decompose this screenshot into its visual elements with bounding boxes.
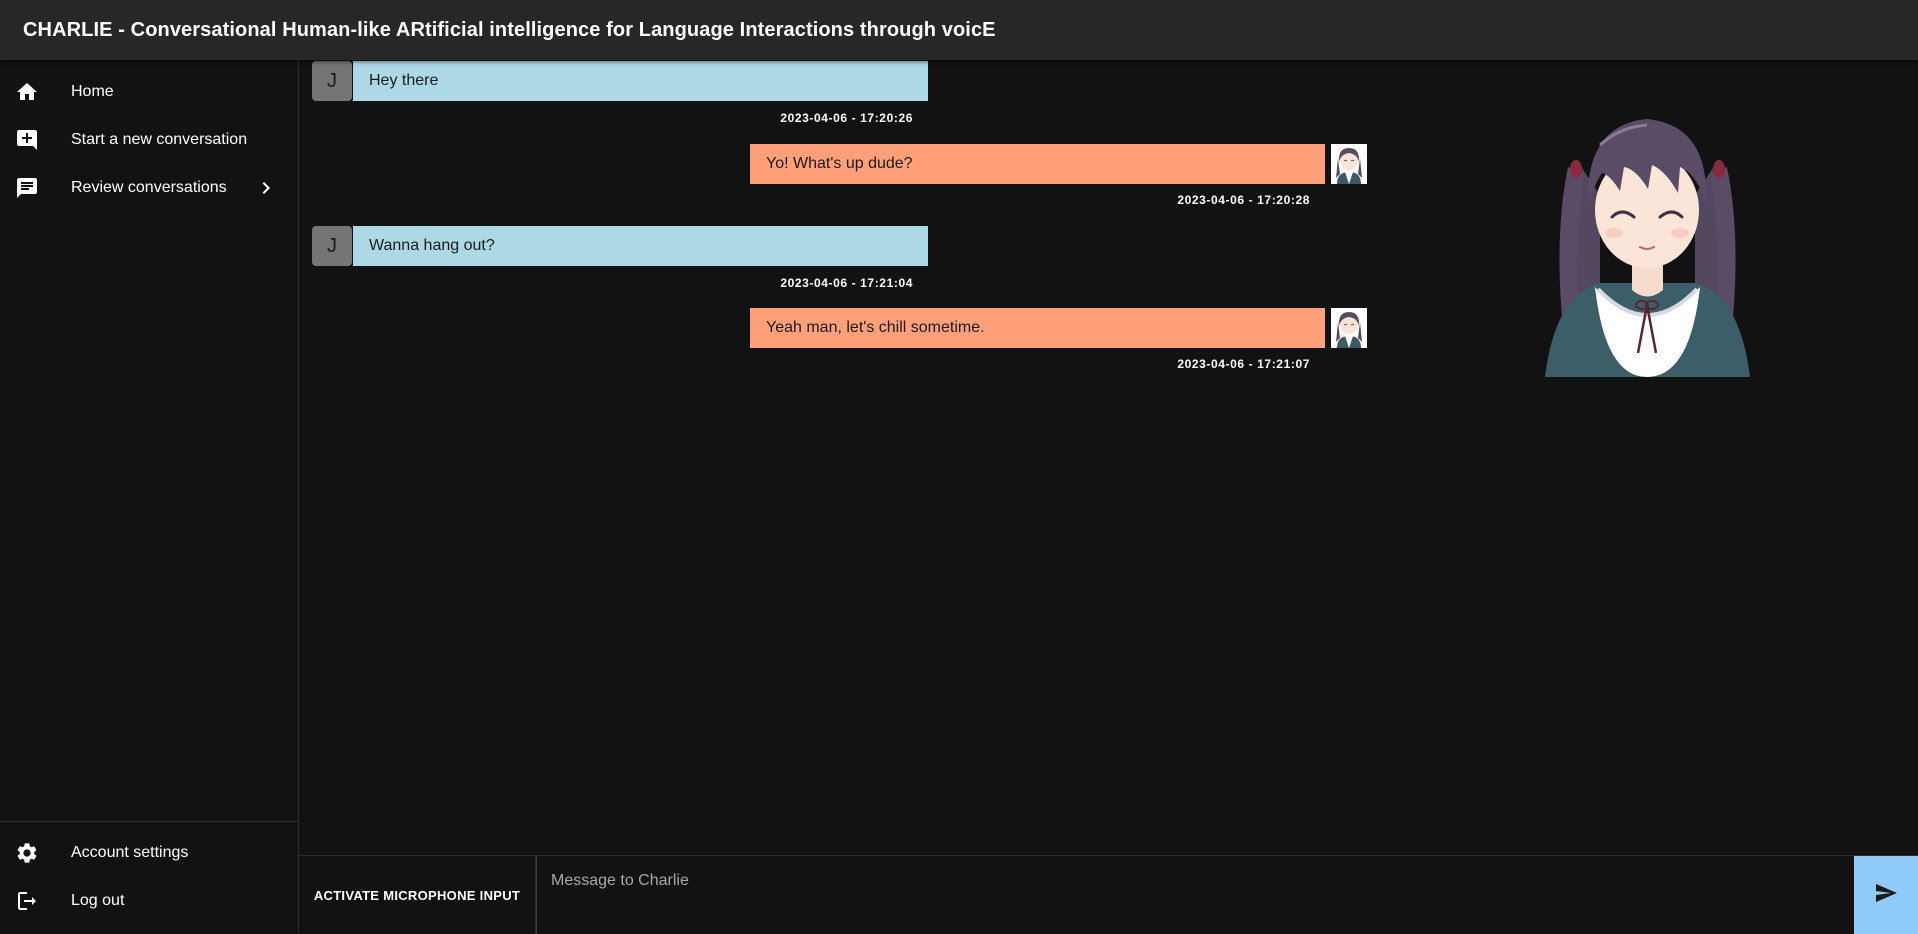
send-button[interactable]	[1854, 856, 1918, 934]
logout-icon	[15, 889, 39, 913]
add-comment-icon	[15, 128, 39, 152]
chevron-right-icon[interactable]	[254, 176, 278, 200]
charlie-avatar	[1331, 144, 1367, 184]
sidebar-item-label: Log out	[71, 892, 125, 909]
sidebar-item-label: Start a new conversation	[71, 131, 248, 148]
sidebar-item-label: Review conversations	[71, 179, 227, 196]
send-icon	[1874, 881, 1898, 910]
sidebar-item-account-settings[interactable]: Account settings	[0, 829, 298, 877]
charlie-character-illustration	[1540, 105, 1755, 377]
activate-microphone-button[interactable]: ACTIVATE MICROPHONE INPUT	[299, 856, 536, 934]
gear-icon	[15, 841, 39, 865]
chat-icon	[15, 176, 39, 200]
charlie-message-bubble: Yo! What's up dude?	[750, 144, 1325, 184]
home-icon	[15, 80, 39, 104]
sidebar-item-log-out[interactable]: Log out	[0, 877, 298, 925]
app-title: CHARLIE - Conversational Human-like ARti…	[23, 18, 996, 41]
sidebar: Home Start a new conversation Review con…	[0, 60, 299, 933]
user-message-bubble: Hey there	[353, 61, 928, 101]
composer-bar: ACTIVATE MICROPHONE INPUT	[299, 855, 1918, 934]
sidebar-item-new-conversation[interactable]: Start a new conversation	[0, 116, 298, 164]
sidebar-item-label: Home	[71, 83, 114, 100]
message-timestamp: 2023-04-06 - 17:20:26	[780, 111, 913, 125]
sidebar-item-label: Account settings	[71, 844, 189, 861]
app-bar: CHARLIE - Conversational Human-like ARti…	[0, 0, 1918, 60]
message-timestamp: 2023-04-06 - 17:21:04	[780, 276, 913, 290]
user-avatar: J	[312, 61, 352, 101]
message-timestamp: 2023-04-06 - 17:21:07	[1177, 357, 1310, 371]
sidebar-divider	[0, 821, 298, 822]
user-avatar: J	[312, 226, 352, 266]
user-message-bubble: Wanna hang out?	[353, 226, 928, 266]
sidebar-item-home[interactable]: Home	[0, 68, 298, 116]
sidebar-item-review-conversations[interactable]: Review conversations	[0, 164, 298, 212]
charlie-avatar	[1331, 308, 1367, 348]
message-input[interactable]	[536, 856, 1852, 934]
message-timestamp: 2023-04-06 - 17:20:28	[1177, 193, 1310, 207]
chat-area: J Hey there 2023-04-06 - 17:20:26 Yo! Wh…	[299, 60, 1918, 855]
charlie-message-bubble: Yeah man, let's chill sometime.	[750, 308, 1325, 348]
